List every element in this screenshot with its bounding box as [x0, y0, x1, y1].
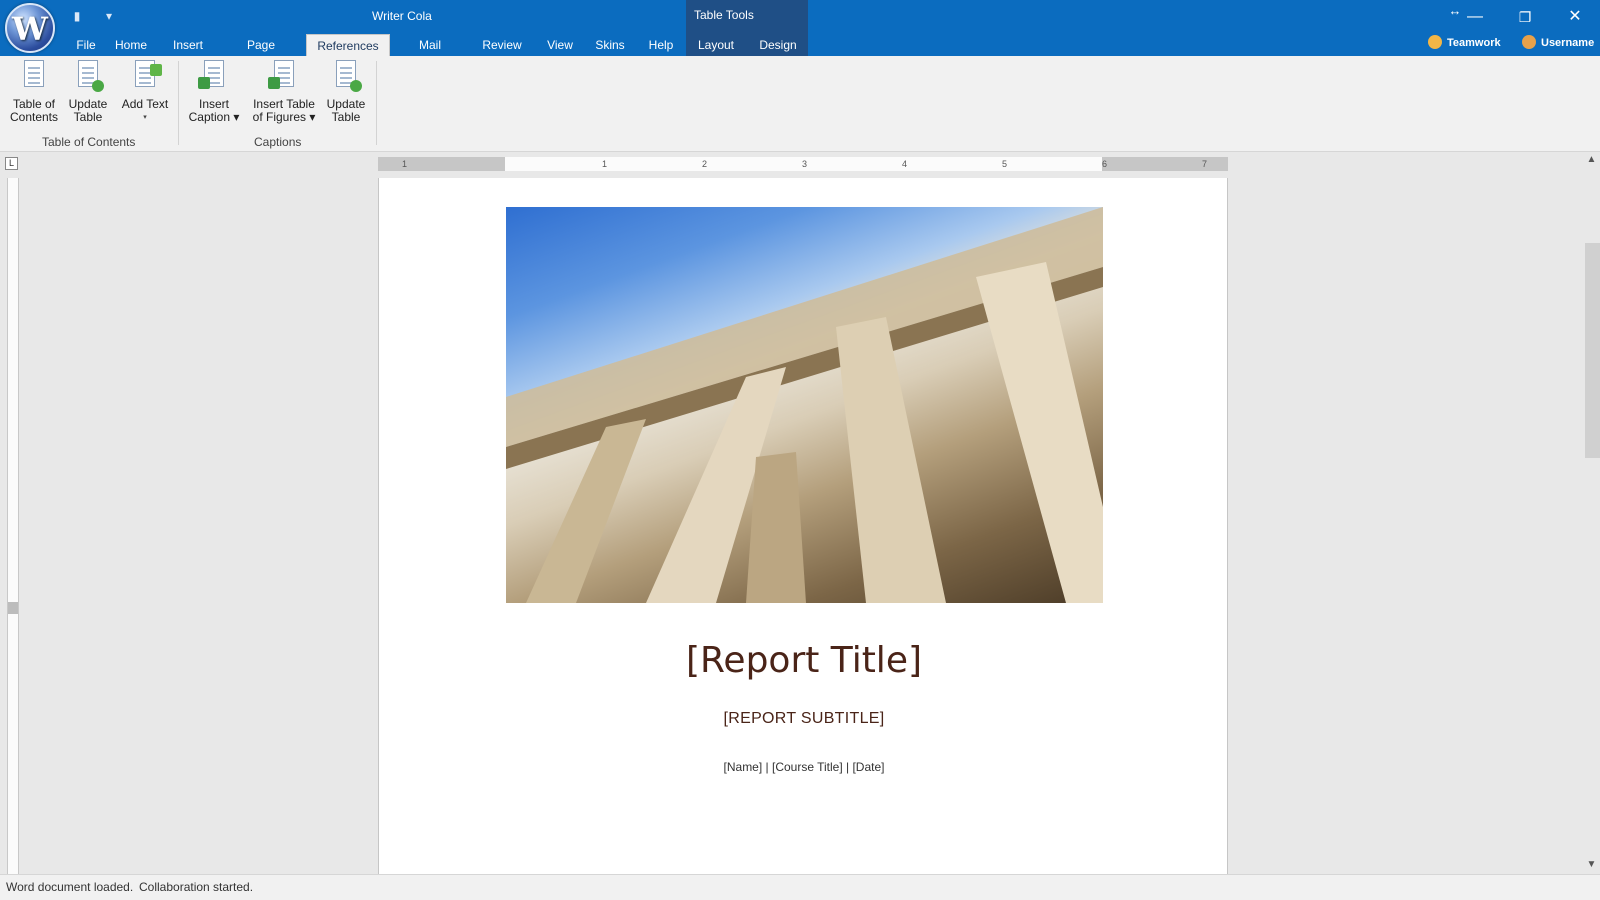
vertical-scrollbar[interactable]: ▲ ▼: [1583, 153, 1600, 874]
captions-group-label: Captions: [254, 135, 302, 149]
ruler-number: 4: [902, 159, 908, 169]
window-title: Writer Cola: [372, 9, 432, 23]
tab-skins[interactable]: Skins: [590, 34, 630, 56]
tab-mail-merge[interactable]: Mail Merge: [398, 34, 462, 74]
add-text-dropdown-icon: ▾: [143, 114, 147, 121]
report-subtitle[interactable]: [REPORT SUBTITLE]: [379, 710, 1229, 728]
group-separator: [376, 61, 377, 145]
horizontal-ruler[interactable]: 1 1 2 3 4 5 6 7: [378, 157, 1228, 171]
tab-view[interactable]: View: [542, 34, 578, 56]
save-icon[interactable]: ▮: [70, 8, 84, 24]
update-table-icon: [76, 60, 104, 92]
status-document-loaded: Word document loaded.: [6, 880, 134, 894]
report-title[interactable]: [Report Title]: [379, 640, 1229, 681]
tab-review[interactable]: Review: [478, 34, 526, 56]
teamwork-button[interactable]: Teamwork: [1428, 34, 1501, 52]
columns-illustration: [506, 207, 1103, 603]
ruler-row: L 1 1 2 3 4 5 6 7: [0, 153, 1600, 175]
teamwork-icon: [1428, 35, 1442, 49]
update-toc-label-2: Table: [73, 110, 103, 124]
table-tools-label: Table Tools: [694, 8, 754, 22]
teamwork-label: Teamwork: [1447, 37, 1501, 49]
close-button[interactable]: ✕: [1562, 6, 1588, 28]
table-of-contents-label-2: Contents: [9, 110, 59, 124]
update-captions-table-button[interactable]: Update Table: [322, 60, 370, 124]
update-toc-button[interactable]: Update Table: [64, 60, 112, 124]
update-captions-table-label-2: Table: [331, 110, 361, 124]
ruler-number: 3: [802, 159, 808, 169]
tab-help[interactable]: Help: [644, 34, 678, 56]
ruler-number: 1: [602, 159, 608, 169]
username-button[interactable]: Username: [1522, 34, 1594, 52]
tab-stop-selector[interactable]: L: [5, 157, 18, 170]
ribbon-references: Table of Contents Update Table Add Text …: [0, 56, 1600, 152]
table-of-contents-icon: [22, 60, 46, 92]
document-page[interactable]: [Report Title] [REPORT SUBTITLE] [Name] …: [378, 178, 1228, 874]
ruler-number: 1: [402, 159, 408, 169]
group-separator: [178, 61, 179, 145]
customize-quick-access-icon[interactable]: ▾: [102, 8, 116, 24]
tab-layout[interactable]: Layout: [692, 34, 740, 56]
insert-table-of-figures-label-2: of Figures ▾: [252, 110, 316, 124]
minimize-button[interactable]: —: [1462, 6, 1488, 28]
tab-file[interactable]: File: [68, 34, 104, 56]
scroll-thumb[interactable]: [1585, 243, 1600, 458]
add-text-button[interactable]: Add Text ▾: [116, 60, 174, 124]
report-meta[interactable]: [Name] | [Course Title] | [Date]: [379, 760, 1229, 774]
tab-design[interactable]: Design: [754, 34, 802, 56]
username-label: Username: [1541, 37, 1595, 49]
user-icon: [1522, 35, 1536, 49]
insert-caption-label-2: Caption ▾: [188, 110, 240, 124]
tab-insert[interactable]: Insert: [166, 34, 210, 56]
vertical-ruler[interactable]: [7, 178, 19, 874]
insert-caption-button[interactable]: Insert Caption ▾: [184, 60, 244, 124]
ruler-number: 2: [702, 159, 708, 169]
ruler-number: 7: [1202, 159, 1208, 169]
table-of-contents-button[interactable]: Table of Contents: [6, 60, 62, 124]
tab-page-layout[interactable]: Page Layout: [224, 34, 298, 74]
status-collaboration: Collaboration started.: [139, 880, 254, 894]
vertical-ruler-marker[interactable]: [8, 602, 18, 614]
insert-table-of-figures-button[interactable]: Insert Table of Figures ▾: [248, 60, 320, 124]
add-text-icon: [133, 60, 162, 92]
scroll-up-icon[interactable]: ▲: [1583, 153, 1600, 167]
cover-photo-columns[interactable]: [506, 207, 1103, 603]
insert-table-of-figures-icon: [268, 60, 296, 92]
ruler-number: 5: [1002, 159, 1008, 169]
add-text-label: Add Text: [121, 97, 169, 111]
toc-group-label: Table of Contents: [42, 135, 136, 149]
scroll-down-icon[interactable]: ▼: [1583, 858, 1600, 872]
tab-home[interactable]: Home: [110, 34, 152, 56]
app-logo[interactable]: W: [5, 3, 55, 53]
ruler-number: 6: [1102, 159, 1108, 169]
app-logo-letter: W: [12, 10, 48, 48]
status-bar: Word document loaded. Collaboration star…: [0, 874, 1600, 900]
insert-caption-icon: [198, 60, 226, 92]
tab-references[interactable]: References: [306, 34, 390, 56]
title-bar: W ▮ ▾ Writer Cola Table Tools ↔ — ❐ ✕ Fi…: [0, 0, 1600, 74]
restore-button[interactable]: ❐: [1512, 6, 1538, 28]
update-captions-table-icon: [334, 60, 362, 92]
